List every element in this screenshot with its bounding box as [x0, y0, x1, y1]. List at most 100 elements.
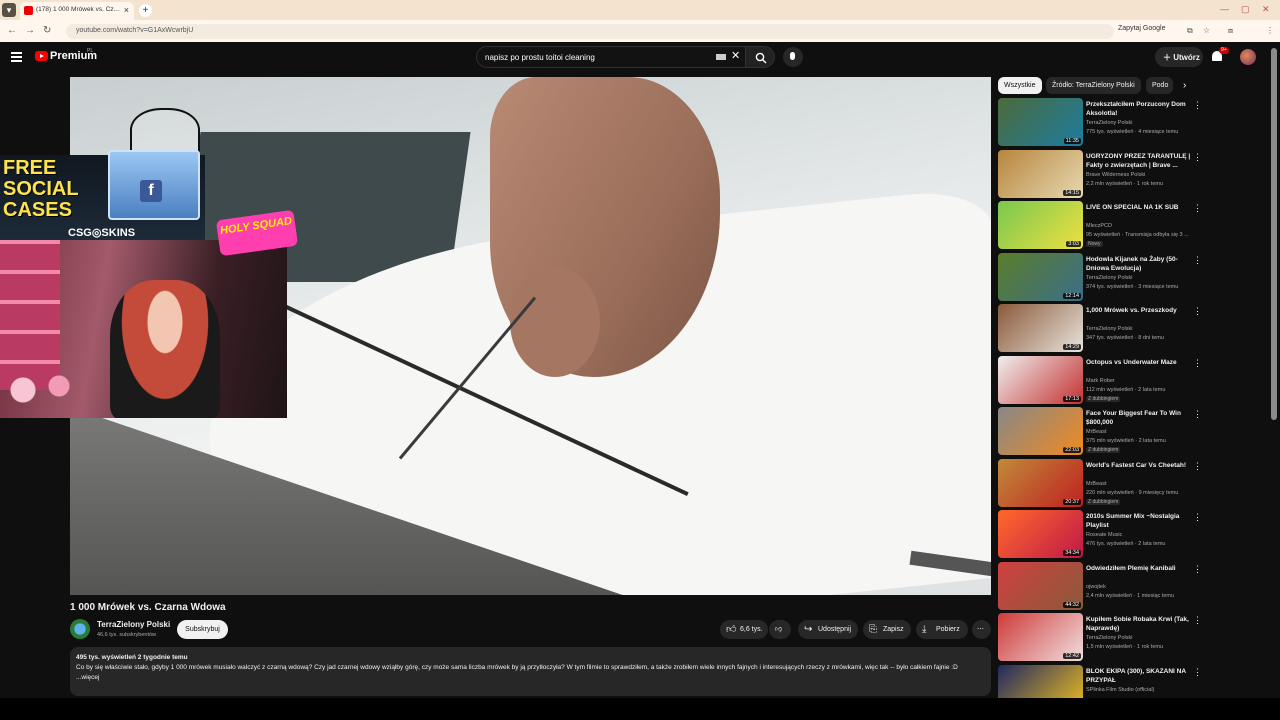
more-options-icon[interactable]: ⋮ [1193, 512, 1202, 523]
recommendation-channel[interactable]: TerraZielony Polski [1086, 635, 1132, 641]
recommendation-channel[interactable]: Roseate Music [1086, 532, 1122, 538]
more-options-icon[interactable]: ⋮ [1193, 564, 1202, 575]
description-box[interactable]: 495 tys. wyświetleń 2 tygodnie temu Co b… [70, 647, 991, 696]
recommendation-title[interactable]: BLOK EKIPA (300), SKAZANI NA PRZYPAŁ [1086, 667, 1191, 685]
search-input[interactable]: napisz po prostu toitoi cleaning [476, 46, 746, 68]
recommendation-title[interactable]: World's Fastest Car Vs Cheetah! [1086, 461, 1191, 470]
recommendation-channel[interactable]: SPlinka Film Studio (official) [1086, 687, 1154, 693]
recommendation-channel[interactable]: TerraZielony Polski [1086, 120, 1132, 126]
chip-source[interactable]: Źródło: TerraZielony Polski [1046, 77, 1141, 94]
recommendation-item[interactable]: 34:34 2010s Summer Mix ~Nostalgia Playlis… [998, 510, 1203, 558]
search-button[interactable] [745, 46, 775, 68]
menu-icon[interactable] [11, 52, 22, 62]
recommendation-item[interactable]: 20:37 World's Fastest Car Vs Cheetah! MrBe… [998, 458, 1203, 507]
more-options-icon[interactable]: ⋮ [1193, 100, 1202, 111]
more-options-icon[interactable]: ⋮ [1193, 255, 1202, 266]
reload-icon[interactable]: ↻ [43, 25, 51, 36]
recommendation-title[interactable]: Przekształciłem Porzucony Dom Aksolotla! [1086, 100, 1191, 118]
more-options-icon[interactable]: ⋮ [1193, 152, 1202, 163]
recommendation-item[interactable]: 11:35 Przekształciłem Porzucony Dom Aksol… [998, 98, 1203, 146]
recommendation-channel[interactable]: Brave Wilderness Polski [1086, 172, 1145, 178]
more-actions-button[interactable]: ⋯ [972, 620, 991, 639]
recommendation-title[interactable]: Octopus vs Underwater Maze [1086, 358, 1191, 367]
clear-search-icon[interactable]: ✕ [731, 49, 740, 62]
recommendation-thumbnail[interactable]: 22:03 [998, 407, 1083, 455]
save-button[interactable]: ⎘ Zapisz [863, 620, 911, 639]
channel-avatar[interactable] [70, 619, 90, 639]
avatar[interactable] [1240, 49, 1256, 65]
recommendation-title[interactable]: Face Your Biggest Fear To Win $800,000 [1086, 409, 1191, 427]
recommendation-thumbnail[interactable]: 14:15 [998, 149, 1083, 198]
back-icon[interactable]: ← [7, 25, 17, 36]
new-tab-button[interactable]: + [139, 4, 152, 17]
like-button[interactable]: 👍︎ 6,6 tys. [720, 620, 768, 639]
recommendation-thumbnail[interactable]: 12:42 [998, 613, 1083, 661]
bookmark-star-icon[interactable]: ☆ [1203, 26, 1210, 35]
keyboard-icon[interactable] [716, 54, 726, 60]
more-options-icon[interactable]: ⋮ [1193, 667, 1202, 678]
channel-name[interactable]: TerraZielony Polski [97, 620, 170, 629]
recommendation-thumbnail[interactable]: 12:14 [998, 252, 1083, 301]
recommendation-thumbnail[interactable]: 34:34 [998, 510, 1083, 558]
browser-tab[interactable]: (178) 1 000 Mrówek vs. Cz… × [20, 2, 134, 20]
youtube-logo-icon[interactable] [35, 51, 48, 61]
more-options-icon[interactable]: ⋮ [1193, 203, 1202, 214]
recommendation-item[interactable]: 22:03 Face Your Biggest Fear To Win $800,… [998, 407, 1203, 455]
recommendation-thumbnail[interactable]: 44:32 [998, 561, 1083, 610]
forward-icon[interactable]: → [25, 25, 35, 36]
recommendation-item[interactable]: 3:03 LIVE ON SPECIAL NA 1K SUB MleczPCD 95 … [998, 201, 1203, 249]
recommendation-channel[interactable]: TerraZielony Polski [1086, 326, 1132, 332]
recommendation-title[interactable]: Odwiedziłem Plemię Kanibali [1086, 564, 1191, 573]
duration-badge: 11:35 [1063, 138, 1081, 144]
recommendation-title[interactable]: LIVE ON SPECIAL NA 1K SUB [1086, 203, 1191, 212]
recommendation-thumbnail[interactable]: 14:29 [998, 304, 1083, 352]
recommendation-title[interactable]: UGRYZONY PRZEZ TARANTULĘ | Fakty o zwier… [1086, 152, 1191, 170]
browser-menu-icon[interactable]: ⋮ [1266, 26, 1274, 35]
recommendation-title[interactable]: Hodowla Kijanek na Żaby (50-Dniowa Ewolu… [1086, 255, 1191, 273]
tab-close-icon[interactable]: × [124, 5, 129, 15]
recommendation-channel[interactable]: MrBeast [1086, 481, 1106, 487]
tab-search-icon[interactable]: ▾ [2, 3, 16, 17]
subscribe-button[interactable]: Subskrybuj [177, 620, 228, 639]
recommendation-channel[interactable]: MleczPCD [1086, 223, 1112, 229]
url-field[interactable]: youtube.com/watch?v=G1AxWcwrbjU [66, 24, 1114, 39]
extensions-icon[interactable]: ⧈ [1228, 26, 1233, 36]
minimize-icon[interactable]: — [1220, 4, 1229, 14]
recommendation-title[interactable]: 1,000 Mrówek vs. Przeszkody [1086, 306, 1191, 315]
more-options-icon[interactable]: ⋮ [1193, 461, 1202, 472]
chip-similar[interactable]: Podo [1146, 77, 1173, 94]
recommendation-item[interactable]: 12:14 Hodowla Kijanek na Żaby (50-Dniowa … [998, 252, 1203, 301]
recommendation-thumbnail[interactable]: 3:03 [998, 201, 1083, 249]
recommendation-thumbnail[interactable]: 20:37 [998, 458, 1083, 507]
show-more-link[interactable]: ...więcej [76, 673, 985, 683]
recommendation-item[interactable]: 44:32 Odwiedziłem Plemię Kanibali ojwojtek… [998, 561, 1203, 610]
recommendation-channel[interactable]: TerraZielony Polski [1086, 275, 1132, 281]
recommendation-item[interactable]: 17:13 Octopus vs Underwater Maze Mark Robe… [998, 355, 1203, 404]
recommendation-title[interactable]: 2010s Summer Mix ~Nostalgia Playlist [1086, 512, 1191, 530]
recommendation-item[interactable]: 14:29 1,000 Mrówek vs. Przeszkody TerraZie… [998, 304, 1203, 352]
voice-search-icon[interactable] [783, 47, 803, 67]
create-button[interactable]: ＋ Utwórz [1155, 47, 1203, 67]
recommendation-channel[interactable]: Mark Rober [1086, 378, 1115, 384]
dislike-button[interactable]: 👎︎ [769, 620, 791, 639]
maximize-icon[interactable]: ▢ [1241, 4, 1250, 15]
download-button[interactable]: ⤓ Pobierz [916, 620, 968, 639]
recommendation-title[interactable]: Kupiłem Sobie Robaka Krwi (Tak, Naprawdę… [1086, 615, 1191, 633]
install-icon[interactable]: ⧉ [1187, 26, 1193, 36]
close-window-icon[interactable]: ✕ [1262, 4, 1270, 15]
more-options-icon[interactable]: ⋮ [1193, 409, 1202, 420]
recommendation-channel[interactable]: ojwojtek [1086, 584, 1106, 590]
more-options-icon[interactable]: ⋮ [1193, 615, 1202, 626]
recommendation-thumbnail[interactable]: 11:35 [998, 98, 1083, 146]
recommendation-item[interactable]: 14:15 UGRYZONY PRZEZ TARANTULĘ | Fakty o … [998, 149, 1203, 198]
scrollbar[interactable] [1271, 48, 1277, 420]
share-button[interactable]: ↪ Udostępnij [798, 620, 858, 639]
ask-google-button[interactable]: Zapytaj Google [1118, 25, 1165, 32]
more-options-icon[interactable]: ⋮ [1193, 358, 1202, 369]
recommendation-item[interactable]: 12:42 Kupiłem Sobie Robaka Krwi (Tak, Nap… [998, 613, 1203, 661]
chevron-right-icon[interactable]: › [1183, 80, 1186, 91]
recommendation-channel[interactable]: MrBeast [1086, 429, 1106, 435]
chip-all[interactable]: Wszystkie [998, 77, 1042, 94]
more-options-icon[interactable]: ⋮ [1193, 306, 1202, 317]
recommendation-thumbnail[interactable]: 17:13 [998, 355, 1083, 404]
